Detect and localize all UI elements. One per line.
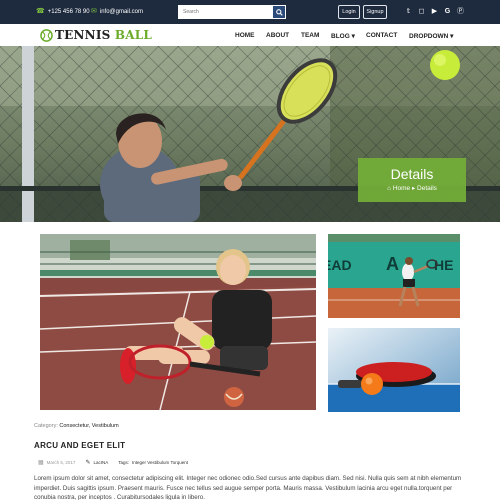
calendar-icon: ▦ [38,460,44,466]
search-button[interactable] [272,5,286,19]
post-meta: ▦ March 5, 2017 ✎ LacINA Tags: Integer V… [38,459,198,466]
top-bar: ☎ +125 456 78 90 ✉ info@gmail.com Login … [0,0,500,24]
breadcrumb-current: Details [417,185,437,192]
site-logo[interactable]: TENNIS BALL [40,28,152,42]
nav-item-contact[interactable]: CONTACT [366,32,397,39]
main-navbar: TENNIS BALL HOME ABOUT TEAM BLOG ▾ CONTA… [0,24,500,46]
home-icon: ⌂ [387,185,391,192]
nav-item-about[interactable]: ABOUT [266,32,289,39]
breadcrumb-separator-icon: ▸ [411,185,416,192]
tennis-court-image: EAD A HE [328,234,460,318]
tags-label: Tags: [118,460,130,465]
tennis-ball-logo-icon [40,28,53,42]
nav-item-blog-label: BLOG [331,33,350,40]
post-date-text: March 5, 2017 [46,460,76,465]
pinterest-icon[interactable]: Ⓟ [456,8,465,15]
post-title: ARCU AND EGET ELIT [34,441,126,450]
post-excerpt: Lorem ipsum dolor sit amet, consectetur … [34,475,462,500]
pencil-icon: ✎ [85,460,91,466]
social-links: 𝕥 ◻ ▶ G Ⓟ [404,8,465,15]
page-title: Details [390,166,434,182]
breadcrumb: ⌂ Home ▸ Details [358,184,466,192]
svg-text:A: A [386,254,399,274]
post-author: ✎ LacINA [85,459,108,466]
google-icon[interactable]: G [443,8,452,15]
post-main-image [40,234,316,410]
ping-pong-paddle-image [328,328,460,412]
svg-text:EAD: EAD [328,257,352,273]
nav-item-blog[interactable]: BLOG ▾ [331,32,355,40]
phone-contact: ☎ +125 456 78 90 [36,8,90,15]
breadcrumb-home[interactable]: Home [393,185,410,192]
twitter-icon[interactable]: 𝕥 [404,8,413,15]
envelope-icon: ✉ [91,8,97,15]
post-category: Category: Consectetur, Vestibulum [34,423,119,429]
post-tags: Tags: Integer Vestibulum Torquent [118,460,188,465]
nav-item-team[interactable]: TEAM [301,32,319,39]
nav-item-home[interactable]: HOME [235,32,255,39]
logo-text: TENNIS BALL [55,28,152,42]
email-address[interactable]: info@gmail.com [100,9,143,15]
signup-button[interactable]: Signup [363,5,387,19]
caret-down-icon: ▾ [351,33,355,40]
login-button[interactable]: Login [338,5,360,19]
post-author-text[interactable]: LacINA [93,460,108,465]
page-header-box: Details ⌂ Home ▸ Details [358,158,466,202]
instagram-icon[interactable]: ◻ [417,8,426,15]
tags-links[interactable]: Integer Vestibulum Torquent [132,460,188,465]
court-player-image: EAD A HE [328,234,460,318]
logo-text-accent: BALL [114,28,153,42]
hero-banner: Details ⌂ Home ▸ Details [0,46,500,222]
caret-down-icon: ▾ [450,33,454,40]
category-links[interactable]: Consectetur, Vestibulum [59,423,118,429]
category-label: Category: [34,423,58,429]
table-tennis-image [328,328,460,412]
phone-icon: ☎ [36,8,45,15]
nav-item-dropdown-label: DROPDOWN [409,33,449,40]
girl-with-racket-image [40,234,316,410]
phone-number: +125 456 78 90 [47,8,90,15]
email-contact[interactable]: ✉ info@gmail.com [91,8,143,15]
youtube-icon[interactable]: ▶ [430,8,439,15]
search-icon [275,8,283,16]
search-form [178,5,286,19]
post-date: ▦ March 5, 2017 [38,459,75,466]
logo-text-main: TENNIS [55,28,111,42]
nav-item-dropdown[interactable]: DROPDOWN ▾ [409,32,453,40]
search-input[interactable] [178,5,272,19]
